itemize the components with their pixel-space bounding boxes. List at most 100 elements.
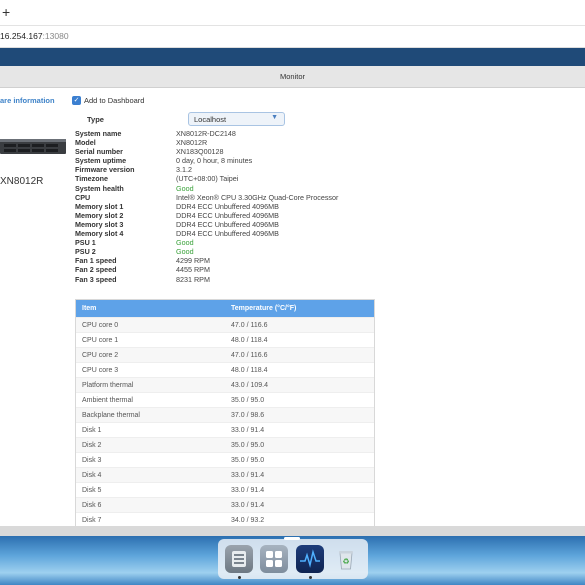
table-row[interactable]: Disk 2 35.0 / 95.0 (76, 437, 374, 452)
nas-device-image (0, 139, 66, 154)
info-row: Memory slot 1 DDR4 ECC Unbuffered 4096MB (75, 202, 375, 211)
info-row: System name XN8012R-DC2148 (75, 129, 375, 138)
info-value: DDR4 ECC Unbuffered 4096MB (176, 210, 279, 220)
info-key: Fan 1 speed (75, 256, 117, 266)
info-key: Serial number (75, 147, 123, 157)
type-selected-value: Localhost (194, 115, 227, 124)
info-key: Fan 2 speed (75, 265, 117, 275)
table-row[interactable]: Disk 4 33.0 / 91.4 (76, 467, 374, 482)
info-key: CPU (75, 192, 91, 202)
info-value: 4455 RPM (176, 265, 210, 275)
checkbox-checked-icon[interactable]: ✓ (72, 96, 81, 105)
info-key: System uptime (75, 156, 127, 166)
info-key: Memory slot 1 (75, 201, 124, 211)
info-key: Memory slot 2 (75, 210, 124, 220)
table-row[interactable]: Disk 5 33.0 / 91.4 (76, 482, 374, 497)
table-row[interactable]: CPU core 3 48.0 / 118.4 (76, 362, 374, 377)
recycle-bin-icon[interactable]: ♻ (332, 545, 360, 573)
temperature-table: Item Temperature (°C/°F) CPU core 0 47.0 … (75, 299, 375, 526)
hardware-information-link[interactable]: are information (0, 96, 55, 105)
info-value: 0 day, 0 hour, 8 minutes (176, 156, 253, 166)
cell-item: Backplane thermal (82, 412, 140, 419)
cell-item: Disk 4 (82, 472, 102, 479)
info-key: System name (75, 129, 122, 138)
info-value: XN8012R (176, 138, 208, 148)
table-row[interactable]: Ambient thermal 35.0 / 95.0 (76, 392, 374, 407)
cell-item: Disk 2 (82, 442, 102, 449)
resource-monitor-icon[interactable] (296, 545, 324, 573)
app-header-bar (0, 48, 585, 66)
info-value: Good (176, 183, 194, 193)
info-row: Memory slot 3 DDR4 ECC Unbuffered 4096MB (75, 220, 375, 229)
type-label: Type (87, 115, 104, 124)
storage-manager-icon[interactable] (225, 545, 253, 573)
info-row: Timezone (UTC+08:00) Taipei (75, 174, 375, 183)
info-value: Good (176, 247, 194, 257)
url-host: 16.254.167 (0, 31, 43, 41)
svg-text:♻: ♻ (342, 557, 349, 566)
info-row: Memory slot 4 DDR4 ECC Unbuffered 4096MB (75, 229, 375, 238)
cell-temperature: 47.0 / 116.6 (231, 322, 268, 329)
table-row[interactable]: CPU core 1 48.0 / 118.4 (76, 332, 374, 347)
table-row[interactable]: CPU core 0 47.0 / 116.6 (76, 317, 374, 332)
cell-item: Platform thermal (82, 382, 134, 389)
info-row: CPU Intel® Xeon® CPU 3.30GHz Quad-Core Pr… (75, 193, 375, 202)
info-value: 3.1.2 (176, 165, 192, 175)
info-key: Fan 3 speed (75, 274, 117, 284)
info-row: PSU 1 Good (75, 238, 375, 247)
new-tab-button[interactable]: + (2, 4, 10, 20)
info-row: System uptime 0 day, 0 hour, 8 minutes (75, 156, 375, 165)
info-row: Fan 3 speed 8231 RPM (75, 275, 375, 284)
info-value: XN8012R-DC2148 (176, 129, 236, 138)
add-to-dashboard-checkbox[interactable]: ✓ Add to Dashboard (72, 96, 144, 105)
column-header-temperature[interactable]: Temperature (°C/°F) (231, 305, 296, 312)
info-row: Memory slot 2 DDR4 ECC Unbuffered 4096MB (75, 211, 375, 220)
running-indicator (238, 576, 241, 579)
address-bar[interactable]: 16.254.167:13080 (0, 26, 585, 48)
cell-temperature: 48.0 / 118.4 (231, 337, 268, 344)
info-row: Fan 2 speed 4455 RPM (75, 265, 375, 274)
running-indicator (309, 576, 312, 579)
cell-item: CPU core 3 (82, 367, 119, 374)
info-value: DDR4 ECC Unbuffered 4096MB (176, 229, 279, 239)
table-row[interactable]: Disk 1 33.0 / 91.4 (76, 422, 374, 437)
info-row: Firmware version 3.1.2 (75, 165, 375, 174)
info-row: System health Good (75, 184, 375, 193)
table-row[interactable]: Backplane thermal 37.0 / 98.6 (76, 407, 374, 422)
table-row[interactable]: Disk 7 34.0 / 93.2 (76, 512, 374, 526)
chevron-down-icon: ▼ (271, 114, 278, 121)
info-key: Model (75, 138, 96, 148)
info-row: Model XN8012R (75, 138, 375, 147)
cell-temperature: 33.0 / 91.4 (231, 502, 265, 509)
info-row: Serial number XN183Q00128 (75, 147, 375, 156)
dock-handle[interactable] (284, 537, 300, 540)
info-key: System health (75, 183, 124, 193)
add-to-dashboard-label: Add to Dashboard (84, 96, 145, 105)
table-row[interactable]: CPU core 2 47.0 / 116.6 (76, 347, 374, 362)
type-select[interactable]: Localhost ▼ (188, 112, 285, 126)
info-value: (UTC+08:00) Taipei (176, 174, 239, 184)
info-key: Memory slot 4 (75, 229, 124, 239)
cell-item: Disk 7 (82, 517, 102, 524)
url-port: :13080 (42, 31, 69, 41)
cell-temperature: 35.0 / 95.0 (231, 442, 265, 449)
table-row[interactable]: Disk 3 35.0 / 95.0 (76, 452, 374, 467)
column-header-item[interactable]: Item (82, 305, 96, 312)
device-model-label: XN8012R (0, 176, 44, 187)
horizontal-scrollbar[interactable] (0, 526, 585, 536)
info-key: PSU 2 (75, 247, 96, 257)
app-grid-icon[interactable] (260, 545, 288, 573)
cell-item: Ambient thermal (82, 397, 133, 404)
info-value: Intel® Xeon® CPU 3.30GHz Quad-Core Proce… (176, 192, 339, 202)
table-row[interactable]: Platform thermal 43.0 / 109.4 (76, 377, 374, 392)
cell-temperature: 35.0 / 95.0 (231, 457, 265, 464)
table-row[interactable]: Disk 6 33.0 / 91.4 (76, 497, 374, 512)
info-value: 4299 RPM (176, 256, 210, 266)
cell-temperature: 47.0 / 116.6 (231, 352, 268, 359)
cell-item: CPU core 1 (82, 337, 119, 344)
cell-temperature: 33.0 / 91.4 (231, 427, 265, 434)
cell-item: Disk 1 (82, 427, 102, 434)
url-text[interactable]: 16.254.167:13080 (0, 31, 69, 41)
info-value: DDR4 ECC Unbuffered 4096MB (176, 201, 279, 211)
table-header: Item Temperature (°C/°F) (76, 300, 374, 317)
